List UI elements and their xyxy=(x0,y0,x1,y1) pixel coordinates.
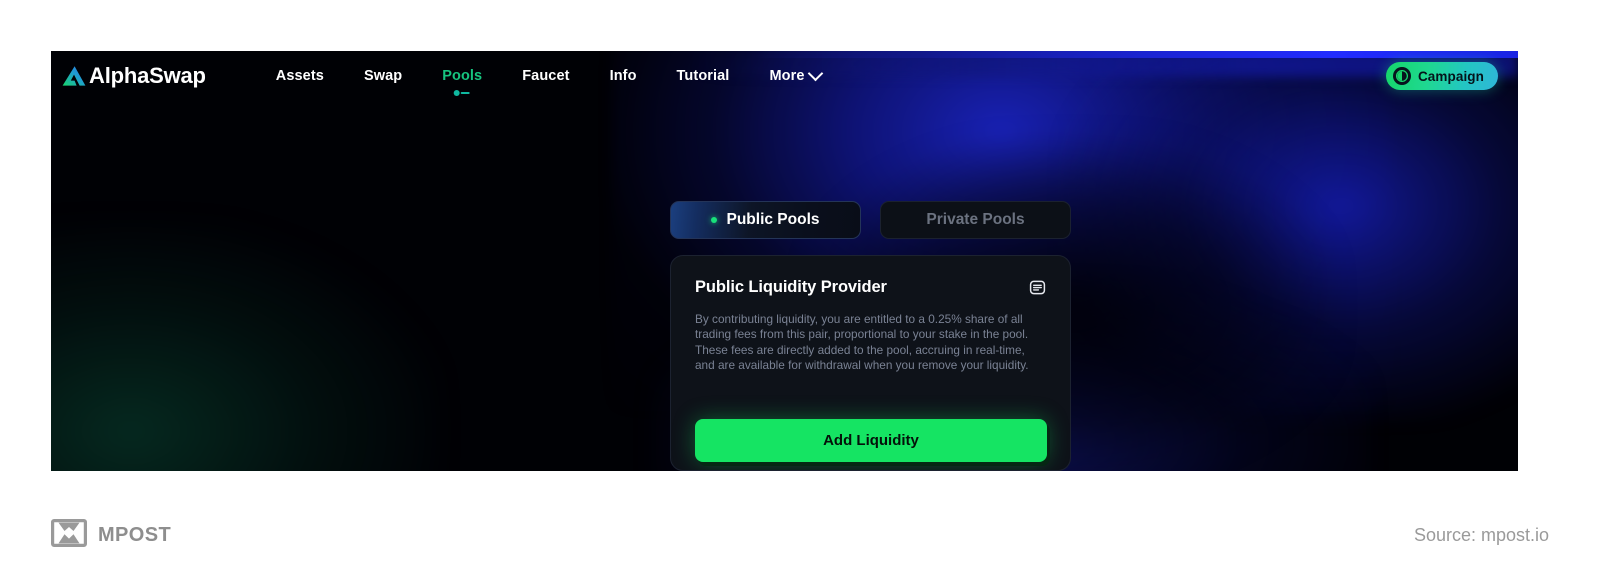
chevron-down-icon xyxy=(808,65,824,81)
nav-item-label: More xyxy=(769,68,805,84)
mpost-brand: MPOST xyxy=(51,518,172,552)
nav-item-label: Info xyxy=(609,68,637,84)
nav-item-pools[interactable]: Pools xyxy=(442,51,482,101)
message-lines-icon[interactable] xyxy=(1029,279,1046,301)
mpost-logo-icon xyxy=(51,518,87,552)
nav-item-label: Faucet xyxy=(522,68,570,84)
page-footer: MPOST Source: mpost.io xyxy=(0,500,1600,570)
megaphone-circle-icon xyxy=(1392,67,1411,85)
nav-item-assets[interactable]: Assets xyxy=(276,51,324,101)
card-header: Public Liquidity Provider xyxy=(695,278,1046,301)
nav-links: Assets Swap Pools Faucet Info Tutorial M… xyxy=(276,51,824,101)
nav-item-label: Swap xyxy=(363,68,403,84)
brand-name: AlphaSwap xyxy=(89,63,206,88)
campaign-button[interactable]: Campaign xyxy=(1385,62,1498,90)
active-dot-icon xyxy=(711,217,718,223)
card-title: Public Liquidity Provider xyxy=(695,278,887,296)
nav-item-faucet[interactable]: Faucet xyxy=(522,51,569,101)
nav-item-swap[interactable]: Swap xyxy=(364,51,402,101)
nav-active-indicator-icon xyxy=(453,90,470,96)
nav-item-label: Assets xyxy=(275,68,324,84)
public-liquidity-provider-card: Public Liquidity Provider By contributin… xyxy=(670,255,1071,471)
nav-item-label: Pools xyxy=(442,68,483,84)
alphaswap-logo-icon xyxy=(61,64,87,88)
source-attribution: Source: mpost.io xyxy=(1413,524,1549,545)
add-liquidity-button[interactable]: Add Liquidity xyxy=(695,419,1047,462)
nav-item-tutorial[interactable]: Tutorial xyxy=(677,51,730,101)
app-screenshot: AlphaSwap Assets Swap Pools Faucet Info … xyxy=(51,51,1518,471)
card-description: By contributing liquidity, you are entit… xyxy=(695,312,1029,373)
tab-label: Private Pools xyxy=(926,211,1025,228)
nav-item-info[interactable]: Info xyxy=(610,51,637,101)
pool-type-tabs: Public Pools Private Pools xyxy=(670,201,1071,239)
tab-private-pools[interactable]: Private Pools xyxy=(880,201,1071,239)
nav-item-more[interactable]: More xyxy=(769,51,824,101)
card-actions: Add Liquidity xyxy=(695,419,1047,462)
brand-logo[interactable]: AlphaSwap xyxy=(61,63,206,89)
campaign-label: Campaign xyxy=(1417,68,1484,84)
screenshot-page: AlphaSwap Assets Swap Pools Faucet Info … xyxy=(0,0,1600,587)
top-navbar: AlphaSwap Assets Swap Pools Faucet Info … xyxy=(51,51,1518,101)
tab-public-pools[interactable]: Public Pools xyxy=(670,201,861,239)
nav-item-label: Tutorial xyxy=(676,68,730,84)
tab-label: Public Pools xyxy=(726,211,820,228)
background-glow-green xyxy=(51,221,441,471)
mpost-wordmark: MPOST xyxy=(98,523,172,546)
